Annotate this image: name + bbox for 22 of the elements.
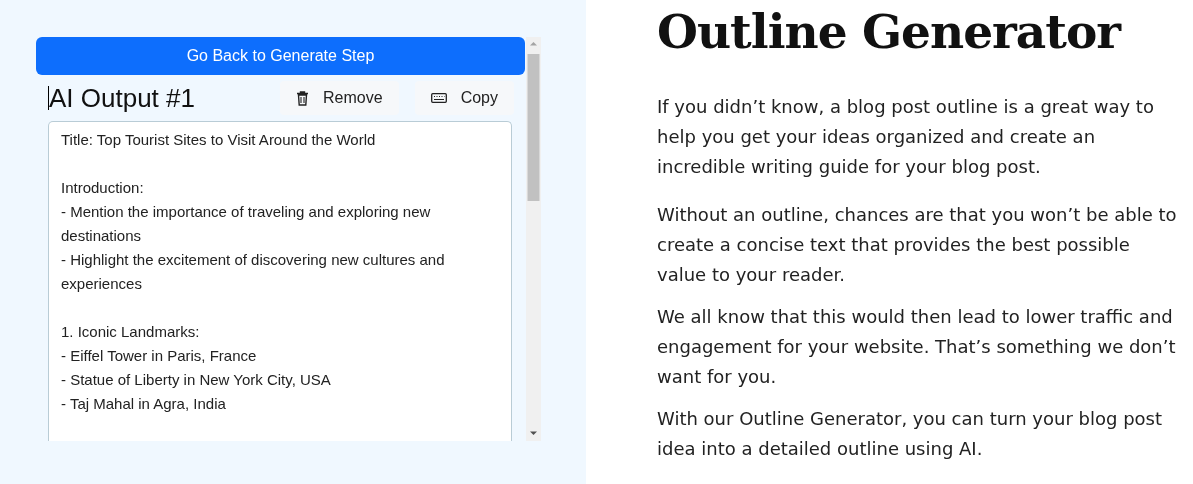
output-line: - Highlight the excitement of discovering new cultures and experiences	[61, 250, 446, 294]
paragraph: We all know that this would then lead to lower traffic and engagement for your website. That’s something we don’t want for you.	[657, 305, 1177, 389]
copy-button[interactable]: Copy	[414, 81, 514, 115]
output-title: AI Output #1	[49, 82, 195, 114]
paragraph: With our Outline Generator, you can turn your blog post idea into a detailed outline using AI.	[657, 407, 1163, 461]
output-line: Introduction:	[61, 178, 145, 198]
output-line: - Statue of Liberty in New York City, USA	[61, 370, 332, 390]
output-line: 1. Iconic Landmarks:	[61, 322, 201, 342]
trash-icon	[296, 90, 310, 106]
go-back-button[interactable]: Go Back to Generate Step	[36, 37, 525, 75]
text-cursor	[48, 86, 49, 110]
scrollbar[interactable]	[526, 37, 541, 441]
paragraph: Without an outline, chances are that you won’t be able to create a concise text that provides the best possible value to your reader.	[657, 203, 1177, 287]
remove-button[interactable]: Remove	[280, 81, 399, 115]
output-text-area[interactable]	[48, 121, 512, 441]
output-line: - Mention the importance of traveling and exploring new destinations	[61, 202, 432, 246]
output-line: - Taj Mahal in Agra, India	[61, 394, 227, 414]
output-line: Title: Top Tourist Sites to Visit Around the World	[61, 130, 377, 150]
page-heading: Outline Generator	[657, 3, 1123, 61]
paragraph: If you didn’t know, a blog post outline is a great way to help you get your ideas organized and create an incredible writing guide for your blog post.	[657, 95, 1155, 179]
output-line: - Eiffel Tower in Paris, France	[61, 346, 258, 366]
keyboard-icon	[430, 93, 447, 103]
